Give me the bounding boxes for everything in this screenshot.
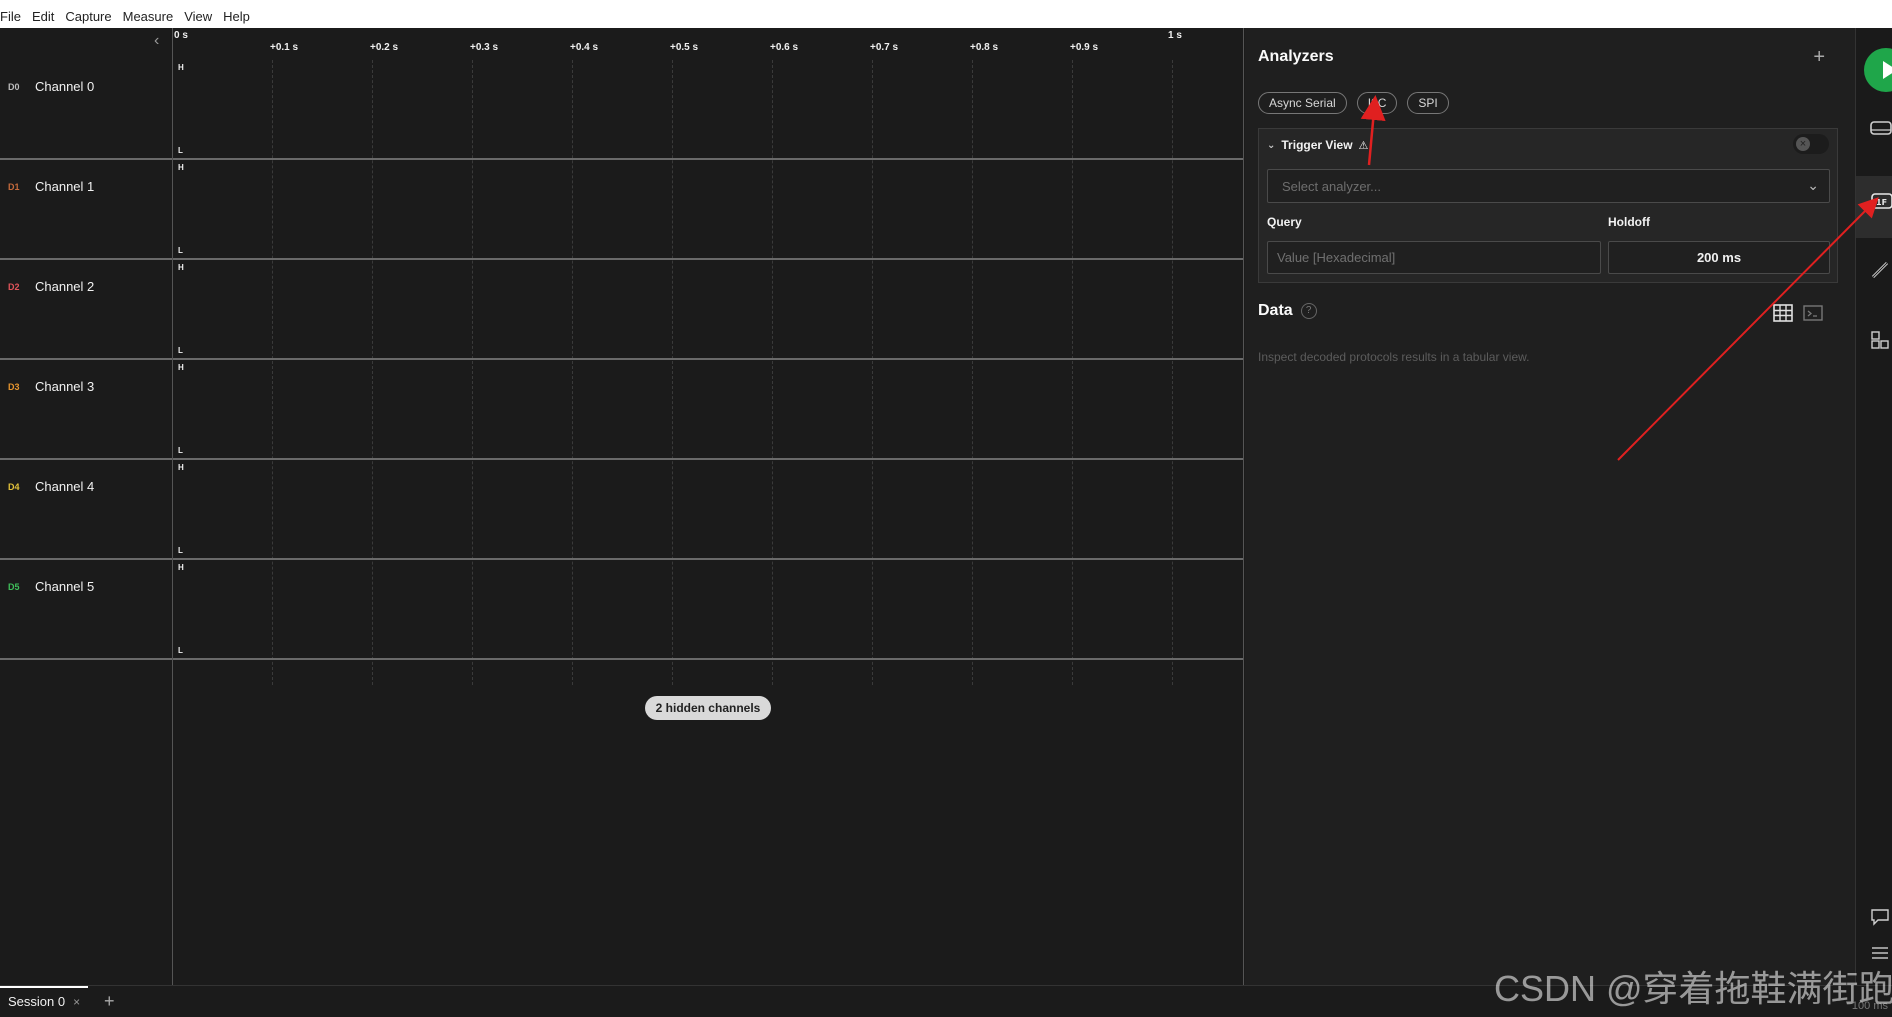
time-tick-label: +0.1 s: [270, 42, 299, 53]
svg-text:1F: 1F: [1876, 198, 1887, 207]
plus-icon[interactable]: +: [1813, 46, 1825, 69]
session-tab-label: Session 0: [8, 994, 66, 1009]
level-high-label: H: [178, 163, 184, 172]
channel-id: D4: [8, 482, 20, 492]
trigger-view-toggle[interactable]: ×: [1793, 134, 1829, 154]
time-tick-label: +0.4 s: [570, 42, 599, 53]
tab-session-0[interactable]: Session 0 ×: [0, 986, 89, 1017]
menu-item-edit[interactable]: Edit: [32, 9, 54, 24]
time-tick-label: +0.8 s: [970, 42, 999, 53]
channel-id: D0: [8, 82, 20, 92]
channel-id: D2: [8, 282, 20, 292]
analyzer-chips: Async Serial I2C SPI: [1258, 92, 1449, 114]
analyzers-title: Analyzers: [1258, 48, 1334, 65]
data-view-toggles: [1773, 304, 1823, 322]
time-tick-label: +0.5 s: [670, 42, 699, 53]
data-section-header: Data ?: [1258, 302, 1317, 320]
channel-id: D5: [8, 582, 20, 592]
time-tick-label: +0.2 s: [370, 42, 399, 53]
level-low-label: L: [178, 546, 183, 555]
analyzers-icon[interactable]: 1F: [1870, 192, 1892, 215]
channel-name[interactable]: Channel 1: [35, 179, 94, 194]
terminal-view-icon[interactable]: [1803, 304, 1823, 322]
channel-row[interactable]: D2 Channel 2 H L: [0, 260, 1244, 360]
data-title: Data: [1258, 302, 1293, 319]
device-icon[interactable]: [1870, 120, 1892, 141]
time-tick-label: 1 s: [1168, 30, 1182, 41]
trigger-view-card: ⌄ Trigger View ⚠ × Select analyzer... ⌄ …: [1258, 128, 1838, 283]
chevron-down-icon: ⌄: [1807, 177, 1819, 193]
level-high-label: H: [178, 463, 184, 472]
right-sidebar: 1F: [1855, 28, 1892, 985]
channel-id: D1: [8, 182, 20, 192]
close-icon[interactable]: ×: [73, 988, 80, 1017]
analyzer-chip-async-serial[interactable]: Async Serial: [1258, 92, 1347, 114]
time-tick-label: +0.3 s: [470, 42, 499, 53]
menu-item-help[interactable]: Help: [223, 9, 250, 24]
channel-name[interactable]: Channel 0: [35, 79, 94, 94]
menu-item-view[interactable]: View: [184, 9, 212, 24]
waveform-area[interactable]: ‹ 0 s +0.1 s +0.2 s +0.3 s +0.4 s +0.5 s +0.6 …: [0, 28, 1245, 985]
menu-items: File Edit Capture Measure View Help: [0, 9, 250, 24]
data-description: Inspect decoded protocols results in a t…: [1258, 350, 1530, 364]
analyzer-chip-spi[interactable]: SPI: [1407, 92, 1449, 114]
menu-bar: File Edit Capture Measure View Help: [0, 0, 1892, 28]
trigger-view-title: Trigger View: [1281, 138, 1353, 152]
holdoff-input[interactable]: 200 ms: [1608, 241, 1830, 274]
channel-name[interactable]: Channel 5: [35, 579, 94, 594]
level-high-label: H: [178, 363, 184, 372]
start-capture-button[interactable]: [1864, 48, 1892, 92]
time-tick-label: +0.9 s: [1070, 42, 1099, 53]
close-icon: ×: [1796, 137, 1810, 151]
time-tick-label: +0.6 s: [770, 42, 799, 53]
collapse-chevron-icon[interactable]: ‹: [154, 32, 159, 50]
channel-row[interactable]: D1 Channel 1 H L: [0, 160, 1244, 260]
level-low-label: L: [178, 146, 183, 155]
time-ruler[interactable]: ‹ 0 s +0.1 s +0.2 s +0.3 s +0.4 s +0.5 s +0.6 …: [0, 28, 1245, 60]
time-tick-label: 0 s: [174, 30, 188, 41]
extensions-icon[interactable]: [1870, 330, 1890, 355]
channel-name[interactable]: Channel 4: [35, 479, 94, 494]
channel-row[interactable]: D0 Channel 0 H L: [0, 60, 1244, 160]
level-high-label: H: [178, 63, 184, 72]
channel-name[interactable]: Channel 2: [35, 279, 94, 294]
analyzer-chip-i2c[interactable]: I2C: [1356, 92, 1398, 114]
channel-row[interactable]: D4 Channel 4 H L: [0, 460, 1244, 560]
hidden-channels-button[interactable]: 2 hidden channels: [645, 696, 771, 720]
menu-item-file[interactable]: File: [0, 9, 21, 24]
level-low-label: L: [178, 246, 183, 255]
query-input[interactable]: Value [Hexadecimal]: [1267, 241, 1601, 274]
watermark: CSDN @穿着拖鞋满街跑: [1494, 968, 1892, 1009]
chevron-down-icon[interactable]: ⌄: [1267, 140, 1275, 151]
level-high-label: H: [178, 563, 184, 572]
analyzers-panel: Analyzers + Async Serial I2C SPI ⌄ Trigger…: [1245, 28, 1855, 985]
measure-icon[interactable]: [1870, 260, 1890, 285]
query-label: Query: [1267, 215, 1302, 229]
channel-id: D3: [8, 382, 20, 392]
trigger-view-header[interactable]: ⌄ Trigger View ⚠: [1267, 138, 1368, 152]
add-session-icon[interactable]: +: [104, 991, 115, 1012]
menu-item-measure[interactable]: Measure: [123, 9, 174, 24]
help-icon[interactable]: ?: [1300, 303, 1317, 319]
channel-row[interactable]: D3 Channel 3 H L: [0, 360, 1244, 460]
time-tick-label: +0.7 s: [870, 42, 899, 53]
warning-icon: ⚠: [1358, 139, 1369, 152]
channel-name[interactable]: Channel 3: [35, 379, 94, 394]
level-low-label: L: [178, 646, 183, 655]
label-column-divider: [172, 28, 173, 985]
holdoff-label: Holdoff: [1608, 215, 1650, 229]
level-low-label: L: [178, 346, 183, 355]
level-high-label: H: [178, 263, 184, 272]
channel-row[interactable]: D5 Channel 5 H L: [0, 560, 1244, 660]
table-view-icon[interactable]: [1773, 304, 1793, 322]
menu-item-capture[interactable]: Capture: [65, 9, 111, 24]
waveform-right-border: [1243, 28, 1244, 985]
feedback-icon[interactable]: [1870, 908, 1890, 931]
analyzer-select-placeholder: Select analyzer...: [1282, 179, 1381, 194]
level-low-label: L: [178, 446, 183, 455]
analyzer-select[interactable]: Select analyzer... ⌄: [1267, 169, 1830, 203]
